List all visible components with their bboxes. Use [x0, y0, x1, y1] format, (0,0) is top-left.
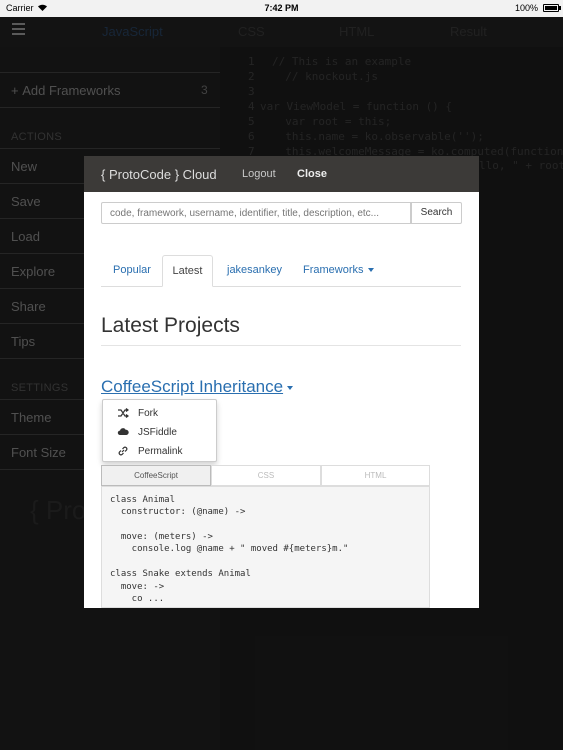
close-button[interactable]: Close [297, 168, 327, 180]
link-icon [118, 446, 128, 456]
project-dropdown-menu: Fork JSFiddle Permalink [102, 399, 217, 462]
code-line: class Animal [110, 495, 176, 505]
tab-css-preview[interactable]: CSS [211, 465, 321, 486]
search-input[interactable] [101, 202, 411, 224]
logout-link[interactable]: Logout [242, 168, 276, 180]
chevron-down-icon [287, 385, 294, 390]
chevron-down-icon [367, 268, 374, 273]
cloud-modal: { ProtoCode } Cloud Logout Close Search … [84, 156, 479, 608]
cloud-icon [117, 428, 129, 435]
status-bar: Carrier 7:42 PM 100% [0, 0, 563, 17]
code-tabs: CoffeeScript CSS HTML [101, 465, 430, 486]
project-title-link[interactable]: CoffeeScript Inheritance [101, 377, 294, 397]
code-line: move: (meters) -> [110, 532, 213, 542]
menu-item-permalink[interactable]: Permalink [103, 441, 216, 460]
tab-frameworks[interactable]: Frameworks [303, 264, 374, 276]
modal-brand: { ProtoCode } Cloud [101, 167, 217, 182]
page-title: Latest Projects [101, 314, 240, 337]
tab-html-preview[interactable]: HTML [321, 465, 430, 486]
code-line: move: -> [110, 582, 165, 592]
code-preview: class Animal constructor: (@name) -> mov… [101, 486, 430, 608]
tab-latest[interactable]: Latest [162, 255, 213, 287]
search-button[interactable]: Search [411, 202, 462, 224]
tab-user[interactable]: jakesankey [227, 264, 282, 276]
menu-item-fork[interactable]: Fork [103, 403, 216, 422]
code-line: constructor: (@name) -> [110, 507, 246, 517]
menu-item-jsfiddle[interactable]: JSFiddle [103, 422, 216, 441]
code-line: class Snake extends Animal [110, 569, 251, 579]
tabs-underline [101, 286, 461, 287]
modal-header: { ProtoCode } Cloud Logout Close [84, 156, 479, 192]
battery-icon [543, 4, 559, 12]
code-line: console.log @name + " moved #{meters}m." [110, 544, 349, 554]
status-time: 7:42 PM [264, 3, 299, 13]
tab-popular[interactable]: Popular [113, 264, 151, 276]
tab-coffeescript[interactable]: CoffeeScript [101, 465, 211, 486]
code-line: co ... [110, 594, 165, 604]
battery-percent: 100% [514, 3, 538, 13]
shuffle-icon [118, 408, 129, 418]
